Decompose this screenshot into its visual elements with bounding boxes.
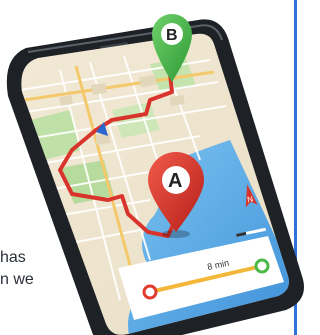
article-text-line-2: n we xyxy=(0,271,34,288)
article-text-line-1: has xyxy=(0,249,26,266)
pin-b-label: B xyxy=(166,27,178,44)
pin-a-label: A xyxy=(168,170,182,192)
page: 8 min N B A has n we xyxy=(0,0,311,335)
